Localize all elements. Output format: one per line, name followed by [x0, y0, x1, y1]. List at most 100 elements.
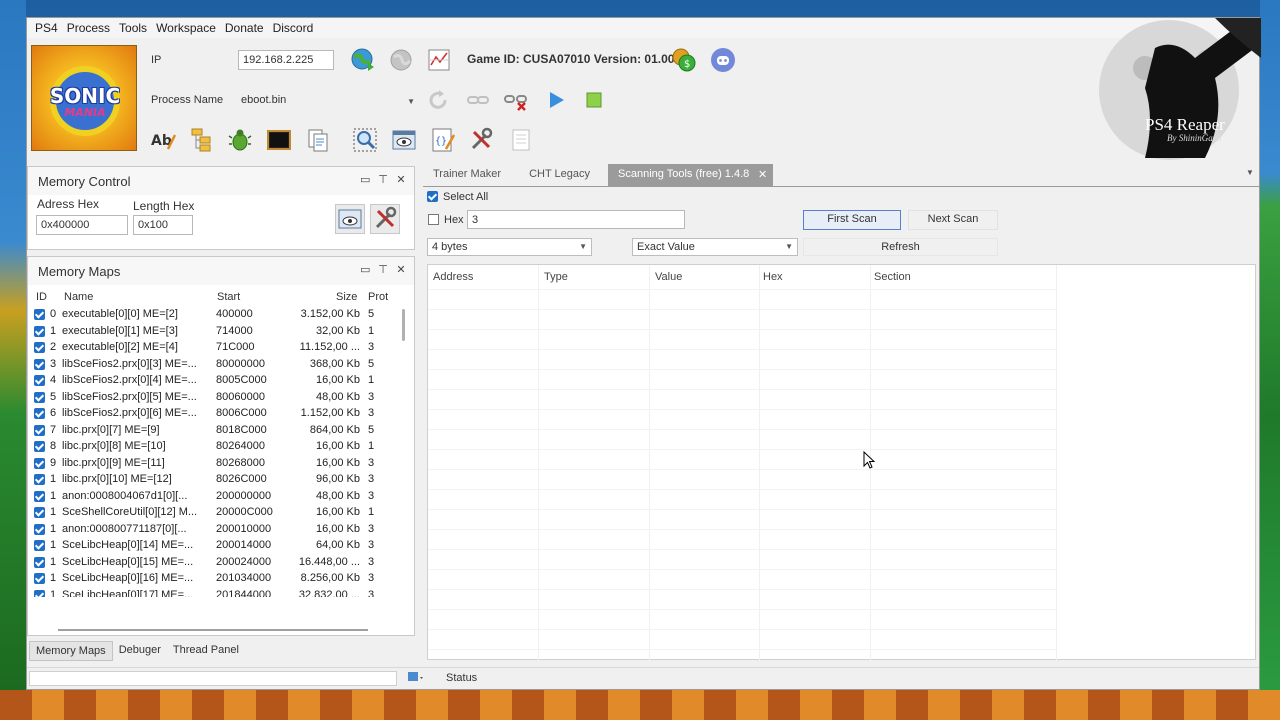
table-row[interactable]: 5 libSceFios2.prx[0][5] ME=... 80060000 48,… [30, 390, 408, 407]
console-icon[interactable] [265, 126, 293, 154]
table-row[interactable]: 1 SceLibcHeap[0][14] ME=... 200014000 64,00… [30, 538, 408, 555]
table-row[interactable]: 1 anon:0008004067d1[0][... 200000000 48,00 … [30, 489, 408, 506]
menu-ps4[interactable]: PS4 [35, 21, 58, 35]
maximize-icon[interactable]: ▭ [360, 173, 370, 186]
refresh-button[interactable]: Refresh [803, 238, 998, 256]
stop-icon[interactable] [580, 86, 608, 114]
next-scan-button[interactable]: Next Scan [908, 210, 998, 230]
tab-debuger[interactable]: Debuger [113, 641, 167, 661]
col-start[interactable]: Start [217, 291, 240, 303]
row-checkbox[interactable] [34, 358, 45, 370]
table-row[interactable]: 1 SceLibcHeap[0][16] ME=... 201034000 8.256… [30, 571, 408, 588]
table-row[interactable]: 1 SceLibcHeap[0][17] ME=... 201844000 32.83… [30, 588, 408, 597]
table-row[interactable]: 4 libSceFios2.prx[0][4] ME=... 8005C000 16,… [30, 373, 408, 390]
value-type-select[interactable]: 4 bytes ▼ [427, 238, 592, 256]
text-edit-icon[interactable]: Ab [149, 126, 177, 154]
col-section[interactable]: Section [874, 271, 911, 283]
scan-type-select[interactable]: Exact Value ▼ [632, 238, 798, 256]
col-address[interactable]: Address [433, 271, 473, 283]
col-size[interactable]: Size [336, 291, 357, 303]
table-row[interactable]: 1 SceLibcHeap[0][15] ME=... 200024000 16.44… [30, 555, 408, 572]
length-input[interactable]: 0x100 [133, 215, 193, 235]
table-row[interactable]: 8 libc.prx[0][8] ME=[10] 80264000 16,00 Kb 1 [30, 439, 408, 456]
row-checkbox[interactable] [34, 391, 45, 403]
row-checkbox[interactable] [34, 457, 45, 469]
table-row[interactable]: 1 anon:000800771187[0][... 200010000 16,00 … [30, 522, 408, 539]
table-row[interactable]: 2 executable[0][2] ME=[4] 71C000 11.152,00 … [30, 340, 408, 357]
graph-icon[interactable] [425, 46, 453, 74]
row-checkbox[interactable] [34, 540, 45, 551]
maximize-icon[interactable]: ▭ [360, 263, 370, 276]
close-icon[interactable]: ✕ [758, 168, 767, 181]
menu-workspace[interactable]: Workspace [156, 21, 216, 35]
col-type[interactable]: Type [544, 271, 568, 283]
row-checkbox[interactable] [34, 507, 45, 518]
table-row[interactable]: 9 libc.prx[0][9] ME=[11] 80268000 16,00 Kb 3 [30, 456, 408, 473]
menu-tools[interactable]: Tools [119, 21, 147, 35]
window-eye-icon[interactable] [390, 126, 418, 154]
hscrollbar-thumb[interactable] [58, 629, 368, 631]
process-select[interactable]: eboot.bin ▼ [241, 94, 415, 108]
discord-icon[interactable] [709, 46, 737, 74]
unlink-icon[interactable] [502, 86, 530, 114]
row-checkbox[interactable] [34, 325, 45, 337]
connection-status-icon[interactable] [407, 670, 425, 686]
row-checkbox[interactable] [34, 375, 45, 386]
scrollbar-thumb[interactable] [402, 309, 405, 341]
row-checkbox[interactable] [34, 408, 45, 419]
tab-cht-legacy[interactable]: CHT Legacy [519, 164, 600, 186]
tab-scanning-tools[interactable]: Scanning Tools (free) 1.4.8 ✕ [608, 164, 774, 186]
col-prot[interactable]: Prot [368, 291, 388, 303]
col-hex[interactable]: Hex [763, 271, 783, 283]
tab-memory-maps[interactable]: Memory Maps [29, 641, 113, 661]
globe-connect-icon[interactable] [349, 46, 377, 74]
row-checkbox[interactable] [34, 342, 45, 353]
magnifier-icon[interactable] [351, 126, 379, 154]
address-input[interactable]: 0x400000 [36, 215, 128, 235]
menu-discord[interactable]: Discord [273, 21, 314, 35]
row-checkbox[interactable] [34, 441, 45, 452]
pin-icon[interactable]: ⊤ [378, 263, 388, 276]
close-icon[interactable]: ✕ [396, 263, 406, 276]
document-copy-icon[interactable] [304, 126, 332, 154]
memory-tools-icon[interactable] [370, 204, 400, 234]
row-checkbox[interactable] [34, 474, 45, 485]
row-checkbox[interactable] [34, 589, 45, 597]
view-memory-icon[interactable] [335, 204, 365, 234]
tab-trainer-maker[interactable]: Trainer Maker [423, 164, 511, 186]
link-icon[interactable] [464, 86, 492, 114]
bug-icon[interactable] [226, 126, 254, 154]
play-icon[interactable] [542, 86, 570, 114]
select-all-checkbox[interactable] [427, 191, 438, 202]
row-checkbox[interactable] [34, 556, 45, 568]
close-icon[interactable]: ✕ [396, 173, 406, 186]
table-row[interactable]: 3 libSceFios2.prx[0][3] ME=... 80000000 368… [30, 357, 408, 374]
col-name[interactable]: Name [64, 291, 93, 303]
menu-donate[interactable]: Donate [225, 21, 264, 35]
ip-input[interactable]: 192.168.2.225 [238, 50, 334, 70]
col-value[interactable]: Value [655, 271, 682, 283]
table-row[interactable]: 1 executable[0][1] ME=[3] 714000 32,00 Kb 1 [30, 324, 408, 341]
table-row[interactable]: 6 libSceFios2.prx[0][6] ME=... 8006C000 1.1… [30, 406, 408, 423]
table-row[interactable]: 7 libc.prx[0][7] ME=[9] 8018C000 864,00 Kb 5 [30, 423, 408, 440]
tools-icon[interactable] [467, 126, 495, 154]
row-checkbox[interactable] [34, 309, 45, 320]
list-icon[interactable] [507, 126, 535, 154]
row-checkbox[interactable] [34, 490, 45, 502]
globe-disconnect-icon[interactable] [387, 46, 415, 74]
table-row[interactable]: 0 executable[0][0] ME=[2] 400000 3.152,00 K… [30, 307, 408, 324]
row-checkbox[interactable] [34, 424, 45, 436]
tree-icon[interactable] [188, 126, 216, 154]
table-row[interactable]: 1 libc.prx[0][10] ME=[12] 8026C000 96,00 Kb… [30, 472, 408, 489]
menu-process[interactable]: Process [67, 21, 110, 35]
hex-checkbox[interactable] [428, 214, 439, 225]
refresh-icon[interactable] [424, 86, 452, 114]
tab-thread-panel[interactable]: Thread Panel [167, 641, 245, 661]
table-row[interactable]: 1 SceShellCoreUtil[0][12] M... 20000C000 16… [30, 505, 408, 522]
row-checkbox[interactable] [34, 573, 45, 584]
first-scan-button[interactable]: First Scan [803, 210, 901, 230]
coins-icon[interactable]: $ [670, 46, 698, 74]
scan-value-input[interactable]: 3 [467, 210, 685, 229]
pin-icon[interactable]: ⊤ [378, 173, 388, 186]
code-edit-icon[interactable]: {} [429, 126, 457, 154]
